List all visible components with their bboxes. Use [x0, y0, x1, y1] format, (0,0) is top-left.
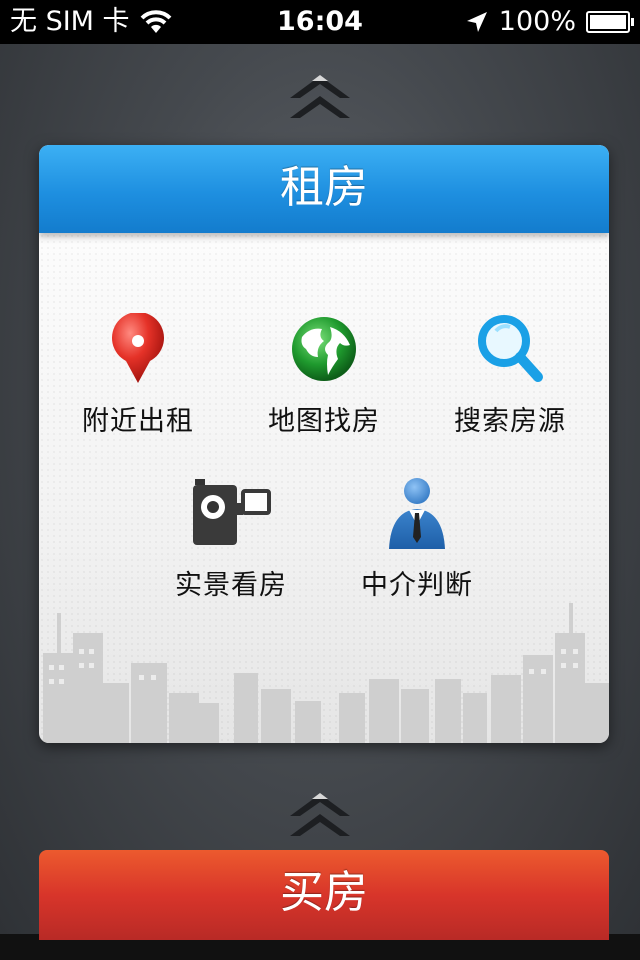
agent-person-icon	[389, 478, 445, 549]
city-skyline-decoration	[43, 603, 609, 743]
search-listings-label: 搜索房源	[454, 406, 566, 437]
battery-percent: 100%	[498, 6, 576, 37]
status-right-group: 100%	[465, 0, 634, 44]
battery-icon	[586, 11, 634, 33]
location-arrow-icon	[466, 12, 487, 32]
nearby-rentals-label: 附近出租	[82, 406, 194, 437]
nearby-rentals-button[interactable]: 附近出租	[53, 313, 223, 438]
buy-house-label: 买房	[280, 867, 368, 918]
live-view-button[interactable]: 实景看房	[146, 477, 316, 602]
video-camera-icon	[193, 479, 271, 545]
agent-check-label: 中介判断	[361, 570, 473, 601]
globe-icon	[292, 317, 356, 381]
rent-panel-title: 租房	[280, 162, 368, 213]
rent-panel: 租房 附近出租 地图找房 搜索房源 实景看房 中介判断	[39, 145, 609, 743]
magnifier-icon	[478, 315, 543, 382]
map-search-button[interactable]: 地图找房	[239, 313, 409, 438]
swipe-up-chevron-icon[interactable]	[288, 70, 352, 122]
status-bar: 无 SIM 卡 16:04 100%	[0, 0, 640, 44]
rent-panel-header: 租房	[39, 145, 609, 233]
map-search-label: 地图找房	[268, 406, 380, 437]
location-pin-icon	[112, 313, 164, 383]
buy-house-button[interactable]: 买房	[39, 850, 609, 940]
rent-panel-body: 附近出租 地图找房 搜索房源 实景看房 中介判断	[39, 233, 609, 743]
agent-check-button[interactable]: 中介判断	[332, 477, 502, 602]
search-listings-button[interactable]: 搜索房源	[425, 313, 595, 438]
live-view-label: 实景看房	[175, 570, 287, 601]
swipe-up-chevron-bottom-icon[interactable]	[288, 788, 352, 840]
